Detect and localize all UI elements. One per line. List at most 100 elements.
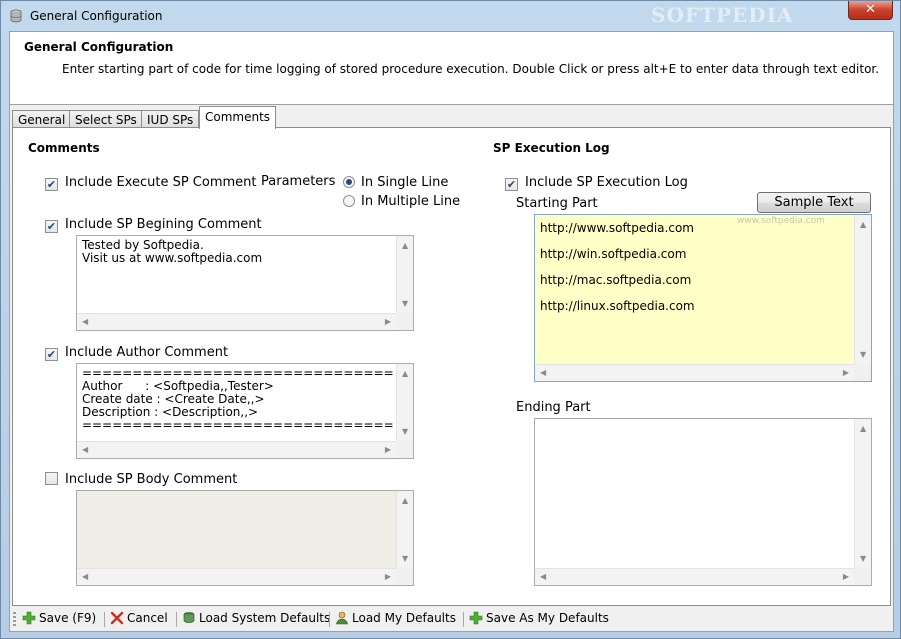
sp-log-section-title: SP Execution Log bbox=[493, 141, 610, 155]
sp-log-checkbox[interactable]: ✔ bbox=[505, 178, 518, 191]
horizontal-scrollbar[interactable]: ◀ ▶ bbox=[535, 364, 854, 381]
parameters-label-text: Parameters bbox=[261, 174, 336, 189]
author-comment-option[interactable]: ✔ Include Author Comment bbox=[45, 345, 228, 361]
body-comment-checkbox[interactable] bbox=[45, 472, 58, 485]
multiple-line-option[interactable]: In Multiple Line bbox=[343, 194, 460, 210]
scroll-left-icon[interactable]: ◀ bbox=[82, 318, 88, 326]
scroll-corner bbox=[854, 364, 871, 381]
multiple-line-radio[interactable] bbox=[343, 195, 355, 207]
body-comment-label: Include SP Body Comment bbox=[65, 472, 238, 487]
scroll-up-icon[interactable]: ▲ bbox=[402, 370, 408, 378]
scroll-right-icon[interactable]: ▶ bbox=[843, 573, 849, 581]
close-button[interactable]: ✕ bbox=[848, 1, 893, 20]
scroll-right-icon[interactable]: ▶ bbox=[385, 318, 391, 326]
title-bar[interactable]: General Configuration SOFTPEDIA ✕ bbox=[1, 1, 900, 31]
scroll-up-icon[interactable]: ▲ bbox=[402, 497, 408, 505]
horizontal-scrollbar[interactable]: ◀ ▶ bbox=[77, 568, 396, 585]
comments-divider bbox=[28, 160, 453, 161]
sample-text-button[interactable]: Sample Text bbox=[757, 192, 871, 213]
vertical-scrollbar[interactable]: ▲ ▼ bbox=[396, 236, 413, 313]
scroll-down-icon[interactable]: ▼ bbox=[860, 351, 866, 359]
starting-part-text: http://www.softpedia.com http://win.soft… bbox=[540, 221, 695, 313]
scroll-right-icon[interactable]: ▶ bbox=[843, 369, 849, 377]
vertical-scrollbar[interactable]: ▲ ▼ bbox=[396, 364, 413, 441]
starting-part-label: Starting Part bbox=[516, 196, 598, 211]
body-comment-option[interactable]: Include SP Body Comment bbox=[45, 472, 237, 488]
author-comment-textbox[interactable]: ================================== Autho… bbox=[76, 363, 414, 459]
save-button[interactable]: Save (F9) bbox=[22, 611, 96, 629]
cancel-button[interactable]: Cancel bbox=[110, 611, 168, 629]
scroll-left-icon[interactable]: ◀ bbox=[540, 573, 546, 581]
scroll-left-icon[interactable]: ◀ bbox=[540, 369, 546, 377]
author-comment-checkbox[interactable]: ✔ bbox=[45, 348, 58, 361]
scroll-up-icon[interactable]: ▲ bbox=[860, 221, 866, 229]
toolbar-separator bbox=[329, 612, 330, 627]
configuration-window: General Configuration SOFTPEDIA ✕ Genera… bbox=[0, 0, 901, 639]
vertical-scrollbar[interactable]: ▲ ▼ bbox=[396, 491, 413, 568]
author-comment-text: ================================== Autho… bbox=[82, 367, 393, 432]
comments-section-title: Comments bbox=[28, 141, 100, 155]
execute-comment-option[interactable]: ✔ Include Execute SP Comment bbox=[45, 175, 257, 191]
toolbar-separator bbox=[176, 612, 177, 627]
beginning-comment-label: Include SP Begining Comment bbox=[65, 217, 262, 232]
load-my-defaults-label: Load My Defaults bbox=[352, 611, 456, 625]
cross-icon bbox=[110, 611, 124, 625]
author-comment-label: Include Author Comment bbox=[65, 345, 229, 360]
sp-log-label: Include SP Execution Log bbox=[525, 175, 688, 190]
vertical-scrollbar[interactable]: ▲ ▼ bbox=[854, 215, 871, 364]
scroll-corner bbox=[854, 568, 871, 585]
execute-comment-label: Include Execute SP Comment bbox=[65, 175, 257, 190]
beginning-comment-textbox[interactable]: Tested by Softpedia. Visit us at www.sof… bbox=[76, 235, 414, 331]
ending-part-textbox[interactable]: ▲ ▼ ◀ ▶ bbox=[534, 418, 872, 586]
vertical-scrollbar[interactable]: ▲ ▼ bbox=[854, 419, 871, 568]
tab-comments[interactable]: Comments bbox=[199, 106, 277, 129]
user-defaults-icon bbox=[336, 611, 348, 625]
save-as-my-defaults-button[interactable]: Save As My Defaults bbox=[469, 611, 609, 629]
header-title: General Configuration bbox=[24, 40, 174, 54]
scroll-down-icon[interactable]: ▼ bbox=[402, 428, 408, 436]
horizontal-scrollbar[interactable]: ◀ ▶ bbox=[77, 313, 396, 330]
single-line-option[interactable]: In Single Line bbox=[343, 175, 448, 191]
toolbar-grip[interactable] bbox=[13, 612, 16, 627]
beginning-comment-option[interactable]: ✔ Include SP Begining Comment bbox=[45, 217, 262, 233]
load-system-defaults-button[interactable]: Load System Defaults bbox=[182, 611, 330, 629]
scroll-down-icon[interactable]: ▼ bbox=[402, 555, 408, 563]
header-description: Enter starting part of code for time log… bbox=[62, 62, 880, 76]
scroll-up-icon[interactable]: ▲ bbox=[402, 242, 408, 250]
client-area: General Configuration Enter starting par… bbox=[9, 31, 894, 632]
execute-comment-checkbox[interactable]: ✔ bbox=[45, 178, 58, 191]
plus-icon bbox=[22, 611, 36, 625]
scroll-right-icon[interactable]: ▶ bbox=[385, 446, 391, 454]
comments-tab-panel: Comments ✔ Include Execute SP Comment Par… bbox=[12, 127, 891, 606]
ending-part-label: Ending Part bbox=[516, 400, 591, 415]
beginning-comment-checkbox[interactable]: ✔ bbox=[45, 220, 58, 233]
scroll-right-icon[interactable]: ▶ bbox=[385, 573, 391, 581]
footer-toolbar: Save (F9) Cancel Load System Defaults Lo… bbox=[10, 607, 893, 631]
window-title: General Configuration bbox=[30, 9, 163, 23]
toolbar-separator bbox=[104, 612, 105, 627]
scroll-left-icon[interactable]: ◀ bbox=[82, 573, 88, 581]
load-my-defaults-button[interactable]: Load My Defaults bbox=[335, 611, 456, 629]
watermark-text: SOFTPEDIA bbox=[651, 3, 794, 27]
scroll-up-icon[interactable]: ▲ bbox=[860, 425, 866, 433]
save-button-label: Save (F9) bbox=[39, 611, 97, 625]
single-line-label: In Single Line bbox=[361, 175, 449, 190]
starting-part-textbox[interactable]: http://www.softpedia.com http://win.soft… bbox=[534, 214, 872, 382]
toolbar-separator bbox=[463, 612, 464, 627]
horizontal-scrollbar[interactable]: ◀ ▶ bbox=[535, 568, 854, 585]
body-comment-textbox[interactable]: ▲ ▼ ◀ ▶ bbox=[76, 490, 414, 586]
horizontal-scrollbar[interactable]: ◀ ▶ bbox=[77, 441, 396, 458]
scroll-down-icon[interactable]: ▼ bbox=[402, 300, 408, 308]
single-line-radio[interactable] bbox=[343, 176, 355, 188]
scroll-corner bbox=[396, 313, 413, 330]
scroll-corner bbox=[396, 441, 413, 458]
database-icon bbox=[10, 9, 22, 23]
parameters-label: Parameters bbox=[261, 174, 335, 190]
scroll-left-icon[interactable]: ◀ bbox=[82, 446, 88, 454]
field-watermark: www.softpedia.com bbox=[737, 216, 825, 226]
save-as-my-defaults-label: Save As My Defaults bbox=[486, 611, 609, 625]
beginning-comment-text: Tested by Softpedia. Visit us at www.sof… bbox=[82, 239, 263, 265]
scroll-down-icon[interactable]: ▼ bbox=[860, 555, 866, 563]
sp-log-option[interactable]: ✔ Include SP Execution Log bbox=[505, 175, 688, 191]
scroll-corner bbox=[396, 568, 413, 585]
